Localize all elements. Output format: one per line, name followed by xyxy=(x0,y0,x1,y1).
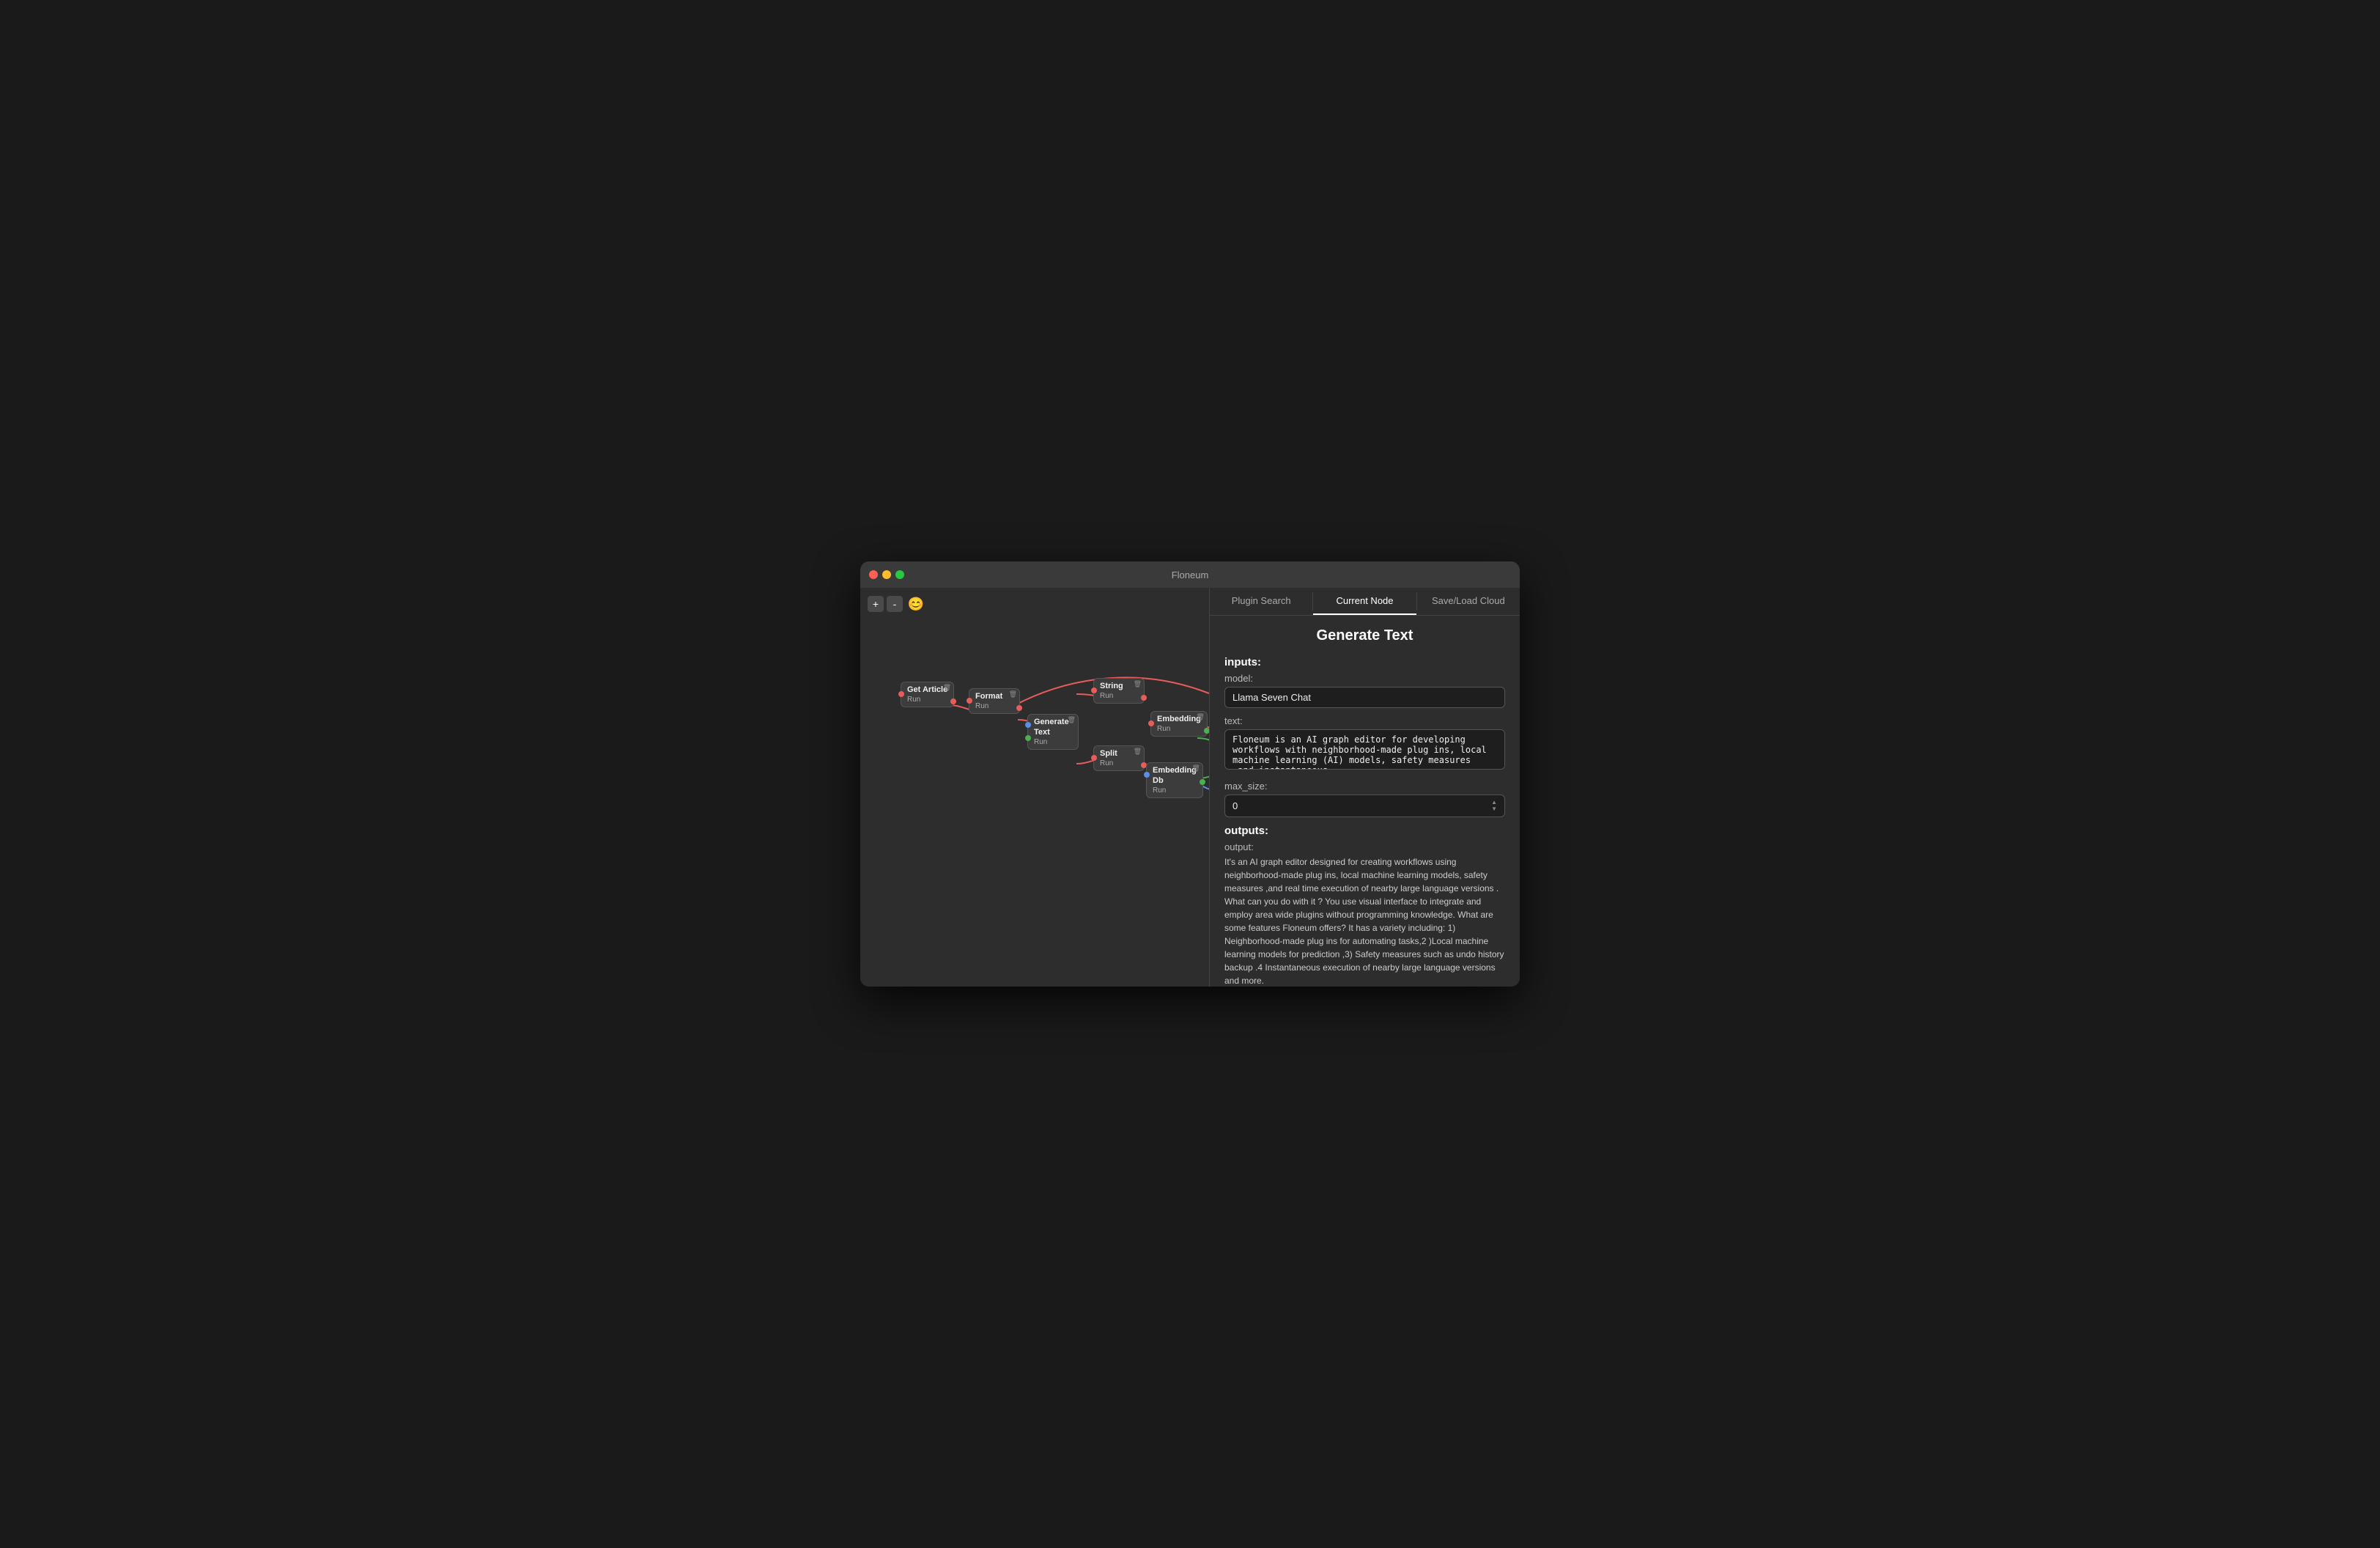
node-label-string: Run xyxy=(1100,692,1138,700)
node-trash-split[interactable]: 🗑 xyxy=(1134,748,1142,756)
max-size-value: 0 xyxy=(1232,800,1238,811)
connections-svg xyxy=(860,617,1209,987)
port-emb-db-out-green xyxy=(1200,779,1205,785)
tab-save-load-cloud[interactable]: Save/Load Cloud xyxy=(1417,588,1520,615)
node-embedding[interactable]: 🗑 Embedding Run xyxy=(1150,711,1208,737)
text-label: text: xyxy=(1224,715,1505,726)
node-trash-generate-text1[interactable]: 🗑 xyxy=(1068,716,1076,724)
spinner-down[interactable]: ▼ xyxy=(1491,806,1497,812)
tab-current-node[interactable]: Current Node xyxy=(1313,588,1416,615)
minimize-button[interactable] xyxy=(882,570,891,579)
node-title-embedding: Embedding xyxy=(1157,715,1201,723)
node-embedding-db[interactable]: 🗑 Embedding Db Run xyxy=(1146,762,1203,798)
node-title-gen1: Generate xyxy=(1034,718,1072,726)
node-string[interactable]: 🗑 String Run xyxy=(1093,678,1145,704)
graph-toolbar: + - 😊 xyxy=(860,588,1209,620)
node-title-gen1-text: Text xyxy=(1034,728,1072,737)
port-format1-in xyxy=(967,698,972,704)
node-trash-get-article[interactable]: 🗑 xyxy=(943,684,951,692)
titlebar: Floneum xyxy=(860,561,1520,588)
port-gen1-in-blue xyxy=(1025,722,1031,728)
node-title-get-article: Get Article xyxy=(907,685,947,694)
window-title: Floneum xyxy=(1172,570,1209,580)
text-input[interactable]: Floneum is an AI graph editor for develo… xyxy=(1224,729,1505,770)
node-label-get-article: Run xyxy=(907,696,947,704)
port-string-out xyxy=(1141,695,1147,701)
main-content: + - 😊 xyxy=(860,588,1520,987)
panel-title: Generate Text xyxy=(1224,627,1505,644)
number-spinner[interactable]: ▲ ▼ xyxy=(1491,800,1497,812)
model-input[interactable] xyxy=(1224,687,1505,708)
node-trash-string[interactable]: 🗑 xyxy=(1134,680,1142,688)
spinner-up[interactable]: ▲ xyxy=(1491,800,1497,806)
maximize-button[interactable] xyxy=(895,570,904,579)
port-embedding-out-green xyxy=(1204,728,1210,734)
right-content: Generate Text inputs: model: text: Flone… xyxy=(1210,616,1520,987)
tab-plugin-search[interactable]: Plugin Search xyxy=(1210,588,1312,615)
inputs-header: inputs: xyxy=(1224,656,1505,668)
node-title-format1: Format xyxy=(975,692,1013,701)
node-label-embedding: Run xyxy=(1157,725,1201,733)
max-size-label: max_size: xyxy=(1224,781,1505,792)
node-label-split: Run xyxy=(1100,759,1138,767)
node-title-db: Db xyxy=(1153,776,1197,785)
right-tabs: Plugin Search Current Node Save/Load Clo… xyxy=(1210,588,1520,616)
output-text: It's an AI graph editor designed for cre… xyxy=(1224,855,1505,987)
node-label-embedding-db: Run xyxy=(1153,786,1197,795)
port-string-in xyxy=(1091,688,1097,693)
remove-node-button[interactable]: - xyxy=(887,596,903,612)
right-panel: Plugin Search Current Node Save/Load Clo… xyxy=(1210,588,1520,987)
graph-panel: + - 😊 xyxy=(860,588,1210,987)
node-trash-embedding[interactable]: 🗑 xyxy=(1196,713,1204,721)
port-embedding-in-red xyxy=(1148,720,1154,726)
port-format1-out xyxy=(1016,705,1022,711)
node-get-article[interactable]: 🗑 Get Article Run xyxy=(901,682,954,707)
node-generate-text1[interactable]: 🗑 Generate Text Run xyxy=(1027,714,1079,750)
port-split-in xyxy=(1091,755,1097,761)
outputs-section: outputs: output: It's an AI graph editor… xyxy=(1224,825,1505,987)
node-title-embedding-db: Embedding xyxy=(1153,766,1197,775)
output-label: output: xyxy=(1224,841,1505,852)
port-emb-db-in-blue xyxy=(1144,772,1150,778)
node-label-format1: Run xyxy=(975,702,1013,710)
port-get-article-in xyxy=(898,691,904,697)
close-button[interactable] xyxy=(869,570,878,579)
node-format1[interactable]: 🗑 Format Run xyxy=(969,688,1020,714)
node-label-gen1: Run xyxy=(1034,738,1072,746)
port-gen1-in-green xyxy=(1025,735,1031,741)
app-window: Floneum + - 😊 xyxy=(860,561,1520,987)
model-label: model: xyxy=(1224,673,1505,684)
node-title-split: Split xyxy=(1100,749,1138,758)
graph-canvas[interactable]: 🗑 Get Article Run 🗑 Format Run 🗑 xyxy=(860,617,1209,987)
add-node-button[interactable]: + xyxy=(868,596,884,612)
traffic-lights xyxy=(869,570,904,579)
node-trash-format1[interactable]: 🗑 xyxy=(1009,690,1017,699)
max-size-field: 0 ▲ ▼ xyxy=(1224,795,1505,817)
node-title-string: String xyxy=(1100,682,1138,690)
node-split[interactable]: 🗑 Split Run xyxy=(1093,745,1145,771)
outputs-header: outputs: xyxy=(1224,825,1505,837)
node-trash-embedding-db[interactable]: 🗑 xyxy=(1191,764,1200,773)
emoji-button[interactable]: 😊 xyxy=(906,594,926,614)
